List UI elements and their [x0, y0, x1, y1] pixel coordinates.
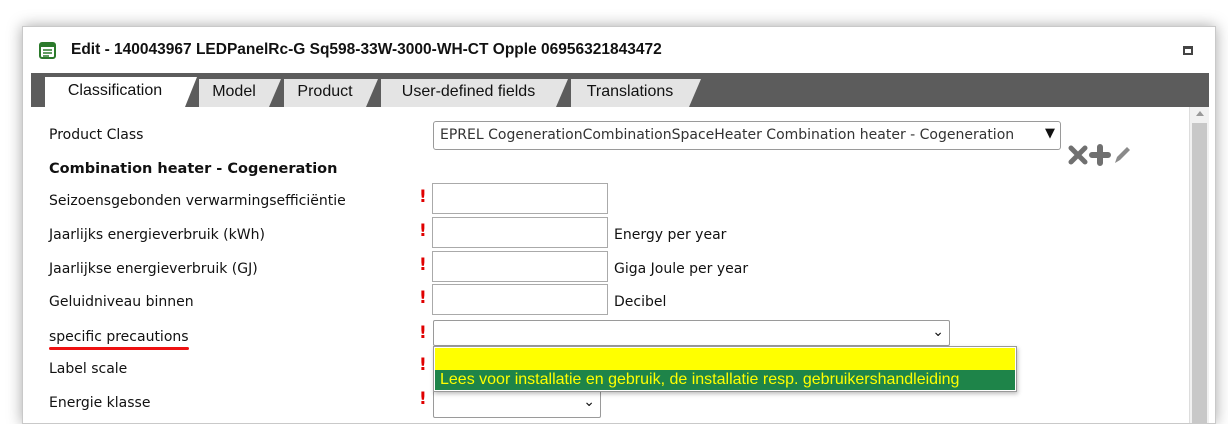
tab-translations[interactable]: Translations	[571, 79, 701, 107]
scroll-up-icon[interactable]	[1196, 111, 1204, 116]
required-marker: !	[419, 255, 427, 275]
tab-classification[interactable]: Classification	[45, 77, 197, 107]
field-label: Jaarlijkse energieverbruik (GJ)	[49, 261, 258, 277]
classification-panel: Product Class EPREL CogenerationCombinat…	[31, 107, 1209, 423]
annual-energy-gj-input[interactable]	[432, 251, 608, 282]
annual-energy-kwh-input[interactable]	[432, 217, 608, 248]
edit-dialog: Edit - 140043967 LEDPanelRc-G Sq598-33W-…	[22, 26, 1216, 424]
dialog-title: Edit - 140043967 LEDPanelRc-G Sq598-33W-…	[71, 41, 662, 58]
tab-bar: Classification Model Product User-define…	[31, 73, 1209, 107]
pencil-icon[interactable]	[1111, 144, 1133, 166]
chevron-down-icon: ⌄	[932, 324, 944, 340]
scroll-thumb[interactable]	[1192, 123, 1207, 423]
chevron-down-icon: ▼	[1045, 126, 1055, 141]
maximize-icon[interactable]	[1183, 46, 1193, 55]
tab-label: Translations	[586, 83, 674, 100]
field-label: Seizoensgebonden verwarmingsefficiëntie	[49, 193, 346, 209]
tab-label: Model	[212, 83, 256, 100]
tab-model[interactable]: Model	[199, 79, 281, 107]
product-class-value: EPREL CogenerationCombinationSpaceHeater…	[440, 127, 1015, 143]
tab-label: Product	[297, 83, 353, 100]
product-class-select[interactable]: EPREL CogenerationCombinationSpaceHeater…	[433, 121, 1061, 150]
required-marker: !	[419, 389, 427, 409]
tab-label: User-defined fields	[401, 83, 536, 100]
field-label: Label scale	[49, 361, 128, 377]
tab-user-defined-fields[interactable]: User-defined fields	[381, 79, 568, 107]
field-label: Geluidniveau binnen	[49, 294, 194, 310]
plus-icon[interactable]	[1089, 144, 1111, 166]
unit-label: Energy per year	[614, 227, 727, 243]
product-class-label: Product Class	[49, 127, 144, 143]
precautions-dropdown-list: Lees voor installatie en gebruik, de ins…	[433, 346, 1017, 392]
field-label: Jaarlijks energieverbruik (kWh)	[49, 227, 265, 243]
tab-label: Classification	[67, 82, 163, 99]
field-label: specific precautions	[49, 329, 189, 345]
vertical-scrollbar[interactable]	[1189, 107, 1209, 423]
required-marker: !	[419, 355, 427, 375]
specific-precautions-select[interactable]: ⌄	[433, 320, 950, 346]
seasonal-efficiency-input[interactable]	[432, 183, 608, 214]
required-marker: !	[419, 288, 427, 308]
energy-class-select[interactable]: ⌄	[433, 390, 601, 418]
dropdown-option-selected[interactable]: Lees voor installatie en gebruik, de ins…	[435, 370, 1015, 390]
chevron-down-icon: ⌄	[583, 394, 595, 410]
required-marker: !	[419, 323, 427, 343]
tab-product[interactable]: Product	[284, 79, 378, 107]
field-label: Energie klasse	[49, 395, 151, 411]
dialog-titlebar: Edit - 140043967 LEDPanelRc-G Sq598-33W-…	[23, 27, 1215, 73]
section-title: Combination heater - Cogeneration	[49, 161, 338, 177]
annotation-underline	[49, 347, 189, 350]
dropdown-option-empty[interactable]	[435, 348, 1015, 370]
unit-label: Decibel	[614, 294, 667, 310]
required-marker: !	[419, 187, 427, 207]
required-marker: !	[419, 221, 427, 241]
clear-x-icon[interactable]	[1067, 144, 1089, 166]
unit-label: Giga Joule per year	[614, 261, 749, 277]
sound-level-input[interactable]	[432, 284, 608, 315]
form-icon	[39, 42, 56, 59]
